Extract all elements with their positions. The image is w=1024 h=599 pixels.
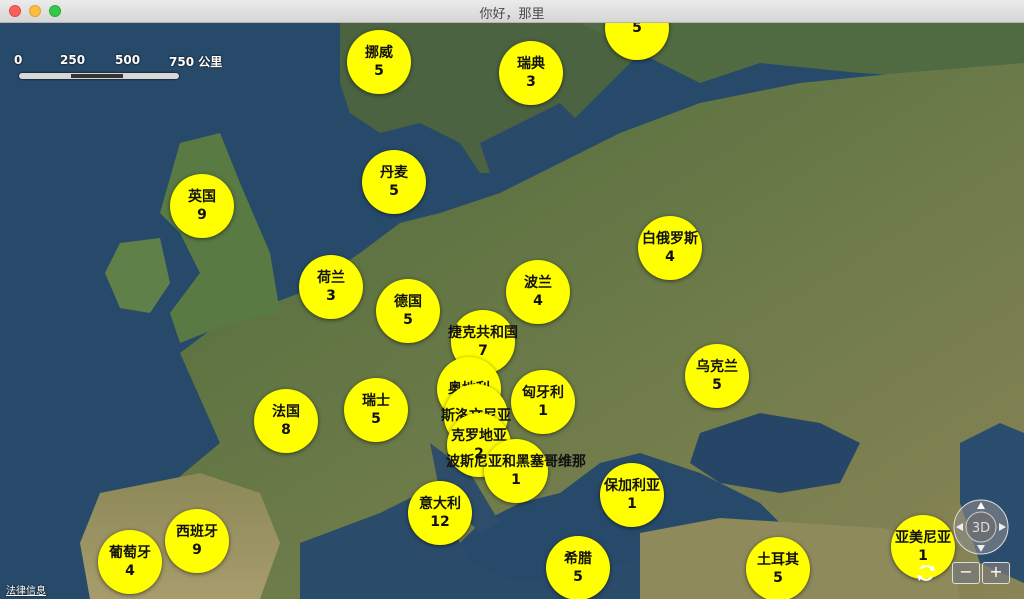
country-marker[interactable]: 丹麦 5: [362, 150, 426, 214]
marker-count: 8: [281, 422, 291, 438]
marker-name: 希腊: [564, 551, 592, 567]
country-marker[interactable]: 荷兰 3: [299, 255, 363, 319]
marker-count: 9: [192, 542, 202, 558]
country-marker[interactable]: 乌克兰 5: [685, 344, 749, 408]
country-marker[interactable]: 瑞士 5: [344, 378, 408, 442]
marker-count: 5: [389, 183, 399, 199]
marker-name: 德国: [394, 294, 422, 310]
country-marker[interactable]: 法国 8: [254, 389, 318, 453]
marker-name: 波斯尼亚和黑塞哥维那: [446, 454, 586, 470]
country-marker[interactable]: 希腊 5: [546, 536, 610, 599]
scale-label-0: 0: [14, 53, 23, 67]
country-marker[interactable]: 匈牙利 1: [511, 370, 575, 434]
marker-count: 7: [478, 343, 488, 359]
country-marker[interactable]: 意大利 12: [408, 481, 472, 545]
scale-label-500: 500: [115, 53, 141, 67]
marker-name: 克罗地亚: [451, 428, 507, 444]
country-marker[interactable]: 葡萄牙 4: [98, 530, 162, 594]
marker-name: 法国: [272, 404, 300, 420]
rotate-icon[interactable]: [914, 561, 938, 585]
marker-count: 5: [374, 63, 384, 79]
country-marker[interactable]: 挪威 5: [347, 30, 411, 94]
marker-count: 5: [371, 411, 381, 427]
country-marker[interactable]: 保加利亚 1: [600, 463, 664, 527]
marker-name: 保加利亚: [604, 478, 660, 494]
marker-name: 瑞士: [362, 393, 390, 409]
marker-count: 4: [125, 563, 135, 579]
zoom-out-button[interactable]: −: [952, 562, 980, 584]
scale-label-250: 250: [60, 53, 86, 67]
marker-count: 5: [573, 569, 583, 585]
scale-bar: [19, 73, 179, 79]
country-marker[interactable]: 土耳其 5: [746, 537, 810, 599]
marker-count: 12: [430, 514, 450, 530]
marker-name: 丹麦: [380, 165, 408, 181]
marker-name: 匈牙利: [522, 385, 564, 401]
map-view[interactable]: 0 250 500 750 公里 5 挪威 5 瑞典 3 丹麦 5 英国 9 白…: [0, 23, 1024, 599]
marker-count: 9: [197, 207, 207, 223]
country-marker[interactable]: 波兰 4: [506, 260, 570, 324]
marker-count: 1: [538, 403, 548, 419]
country-marker[interactable]: 瑞典 3: [499, 41, 563, 105]
window-title: 你好，那里: [479, 7, 545, 22]
marker-count: 3: [326, 288, 336, 304]
marker-count: 4: [665, 249, 675, 265]
compass-3d-control[interactable]: 3D: [953, 499, 1009, 555]
country-marker[interactable]: 西班牙 9: [165, 509, 229, 573]
marker-count: 3: [526, 74, 536, 90]
marker-count: 5: [712, 377, 722, 393]
marker-name: 亚美尼亚: [895, 530, 951, 546]
title-bar: 你好，那里: [0, 0, 1024, 23]
marker-name: 英国: [188, 189, 216, 205]
marker-count: 1: [627, 496, 637, 512]
marker-count: 4: [533, 293, 543, 309]
marker-count: 1: [511, 472, 521, 488]
marker-name: 瑞典: [517, 56, 545, 72]
marker-name: 捷克共和国: [448, 325, 518, 341]
map-scale: 0 250 500 750 公里: [14, 53, 234, 79]
marker-count: 5: [773, 570, 783, 586]
country-marker[interactable]: 白俄罗斯 4: [638, 216, 702, 280]
marker-name: 荷兰: [317, 270, 345, 286]
country-marker[interactable]: 波斯尼亚和黑塞哥维那 1: [446, 439, 586, 503]
zoom-in-button[interactable]: +: [982, 562, 1010, 584]
marker-count: 5: [632, 23, 642, 36]
marker-name: 葡萄牙: [109, 545, 151, 561]
marker-count: 5: [403, 312, 413, 328]
marker-name: 意大利: [419, 496, 461, 512]
3d-label: 3D: [972, 521, 990, 536]
marker-name: 波兰: [524, 275, 552, 291]
marker-name: 西班牙: [176, 524, 218, 540]
country-marker[interactable]: 英国 9: [170, 174, 234, 238]
country-marker[interactable]: 德国 5: [376, 279, 440, 343]
marker-name: 土耳其: [757, 552, 799, 568]
app-window: 你好，那里 0 250 500 750 公里 5 挪威 5 瑞典 3 丹麦 5 …: [0, 0, 1024, 599]
marker-name: 乌克兰: [696, 359, 738, 375]
marker-name: 白俄罗斯: [642, 231, 698, 247]
scale-label-750: 750 公里: [169, 55, 223, 69]
legal-info-link[interactable]: 法律信息: [6, 582, 46, 597]
marker-name: 挪威: [365, 45, 393, 61]
